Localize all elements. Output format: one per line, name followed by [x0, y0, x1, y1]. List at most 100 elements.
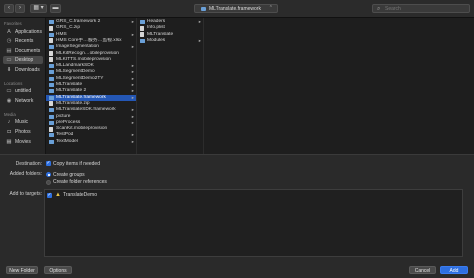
file-icon: [140, 25, 144, 31]
group-icon: ▬: [52, 5, 59, 11]
sidebar-item-network[interactable]: ◉ Network: [3, 97, 43, 105]
chevron-left-icon: ‹: [8, 5, 10, 11]
list-item[interactable]: MLTranslate ▸: [46, 82, 136, 88]
create-folder-references-label: Create folder references: [53, 179, 107, 185]
search-field[interactable]: ⌕: [372, 4, 470, 13]
targets-list[interactable]: ✓ ▲ TranslateDemo: [44, 189, 463, 257]
path-popup[interactable]: MLTranslate.framework ⌃: [194, 4, 278, 13]
list-item[interactable]: HMS Core手…服务…监视.xlsx: [46, 38, 136, 44]
list-item[interactable]: preProcess ▸: [46, 120, 136, 126]
list-item[interactable]: GRS_C.framework 2 ▸: [46, 19, 136, 25]
list-item[interactable]: Modules ▸: [137, 38, 203, 44]
list-item[interactable]: MLTranslate 2 ▸: [46, 88, 136, 94]
list-item[interactable]: GRS_C.zip: [46, 25, 136, 31]
sidebar-item-desktop[interactable]: ▭ Desktop: [3, 56, 43, 64]
list-item[interactable]: ImageSegmentation ▸: [46, 44, 136, 50]
disclosure-arrow-icon: ▸: [198, 37, 201, 43]
list-item[interactable]: MLKitRecogn…obileprovision: [46, 51, 136, 57]
destination-label: Destination:: [15, 161, 42, 167]
list-item-label: MLTranslate.zip: [56, 100, 90, 106]
list-item[interactable]: picture ▸: [46, 114, 136, 120]
list-item[interactable]: MLTranslateSDK.framework ▸: [46, 107, 136, 113]
list-item[interactable]: MLSegmentDemo2TY ▸: [46, 76, 136, 82]
list-item[interactable]: MLTranslate.framework ▸: [46, 94, 136, 101]
list-item-label: Headers: [147, 19, 166, 24]
folder-icon: [49, 32, 54, 37]
disclosure-arrow-icon: ▸: [131, 75, 134, 81]
disclosure-arrow-icon: ▸: [131, 69, 134, 75]
sidebar-item-downloads[interactable]: ⬇ Downloads: [3, 66, 43, 74]
list-item[interactable]: Headers ▸: [137, 19, 203, 25]
list-item[interactable]: TextModel ▸: [46, 139, 136, 145]
sidebar-item-untitled[interactable]: ▭ untitled: [3, 87, 43, 95]
sidebar-item-recents[interactable]: ◷ Recents: [3, 37, 43, 45]
disk-icon: ▭: [6, 88, 12, 94]
sidebar-item-documents[interactable]: ▤ Documents: [3, 47, 43, 55]
list-item-label: ScanKit.mobileprovision: [56, 126, 108, 132]
file-icon: [49, 38, 53, 44]
list-item[interactable]: MLTranslate.zip: [46, 101, 136, 107]
create-folder-references-radio[interactable]: [46, 179, 51, 185]
list-item[interactable]: MLSegmentDemo ▸: [46, 69, 136, 75]
path-popup-label: MLTranslate.framework: [209, 6, 261, 12]
sidebar-item-photos[interactable]: ◘ Photos: [3, 128, 43, 136]
list-item[interactable]: MLTranslate: [137, 32, 203, 38]
back-button[interactable]: ‹: [4, 4, 14, 13]
sidebar-item-movies[interactable]: ▦ Movies: [3, 138, 43, 146]
target-name: TranslateDemo: [63, 192, 97, 198]
column-view-icon: ▦ ▾: [33, 5, 44, 11]
folder-icon: [49, 83, 54, 87]
file-icon: [140, 32, 144, 38]
sidebar-item-label: Recents: [15, 38, 34, 44]
forward-button[interactable]: ›: [15, 4, 25, 13]
chevron-updown-icon: ⌃: [268, 5, 273, 11]
document-icon: ▤: [6, 48, 12, 54]
list-item[interactable]: Info.plist: [137, 25, 203, 31]
folder-icon: [49, 76, 54, 81]
list-item[interactable]: HMS ▸: [46, 32, 136, 38]
sidebar-item-label: Documents: [15, 48, 41, 54]
column-3: [204, 18, 473, 154]
app-target-icon: ▲: [55, 192, 61, 198]
file-icon: [49, 25, 53, 31]
list-item[interactable]: MLKITTS.mobileprovision: [46, 57, 136, 63]
sidebar-item-label: Downloads: [15, 67, 40, 73]
list-item[interactable]: MLLandmarkSDK ▸: [46, 63, 136, 69]
add-to-targets-label: Add to targets:: [9, 191, 42, 197]
sidebar-item-applications[interactable]: A Applications: [3, 28, 43, 36]
sidebar-item-music[interactable]: ♪ Music: [3, 118, 43, 126]
folder-icon: [49, 64, 54, 69]
list-item-label: MLTranslate 2: [56, 88, 87, 94]
folder-icon: [49, 20, 54, 24]
list-item-label: MLLandmarkSDK: [56, 63, 94, 69]
added-folders-label: Added folders:: [9, 171, 42, 177]
list-item-label: MLKITTS.mobileprovision: [56, 56, 111, 62]
list-item[interactable]: ScanKit.mobileprovision: [46, 126, 136, 132]
disclosure-arrow-icon: ▸: [131, 138, 134, 144]
copy-items-checkbox[interactable]: ✓: [46, 161, 51, 166]
view-mode-button[interactable]: ▦ ▾: [30, 4, 47, 13]
target-checkbox[interactable]: ✓: [47, 192, 52, 198]
add-button[interactable]: Add: [440, 266, 468, 274]
sidebar-item-label: Music: [15, 119, 29, 125]
applications-icon: A: [7, 29, 11, 35]
list-item-label: ImageSegmentation: [56, 44, 99, 50]
create-groups-label: Create groups: [53, 171, 85, 178]
chevron-right-icon: ›: [19, 5, 21, 11]
cancel-button[interactable]: Cancel: [409, 266, 436, 274]
list-item-label: picture: [56, 113, 71, 119]
disclosure-arrow-icon: ▸: [198, 19, 201, 24]
sidebar-item-label: untitled: [15, 88, 32, 94]
options-button[interactable]: Options: [44, 266, 72, 274]
sidebar-item-label: Applications: [15, 29, 42, 35]
group-button[interactable]: ▬: [50, 4, 61, 13]
create-groups-radio[interactable]: [46, 172, 51, 177]
search-input[interactable]: [385, 6, 465, 12]
list-item[interactable]: TestPod ▸: [46, 132, 136, 138]
list-item-label: preProcess: [56, 119, 81, 125]
file-icon: [49, 57, 53, 63]
list-item-label: MLKitRecogn…obileprovision: [56, 50, 119, 56]
folder-icon: [49, 133, 54, 138]
new-folder-button[interactable]: New Folder: [6, 266, 38, 274]
sidebar-heading-favorites: Favorites: [4, 21, 22, 26]
